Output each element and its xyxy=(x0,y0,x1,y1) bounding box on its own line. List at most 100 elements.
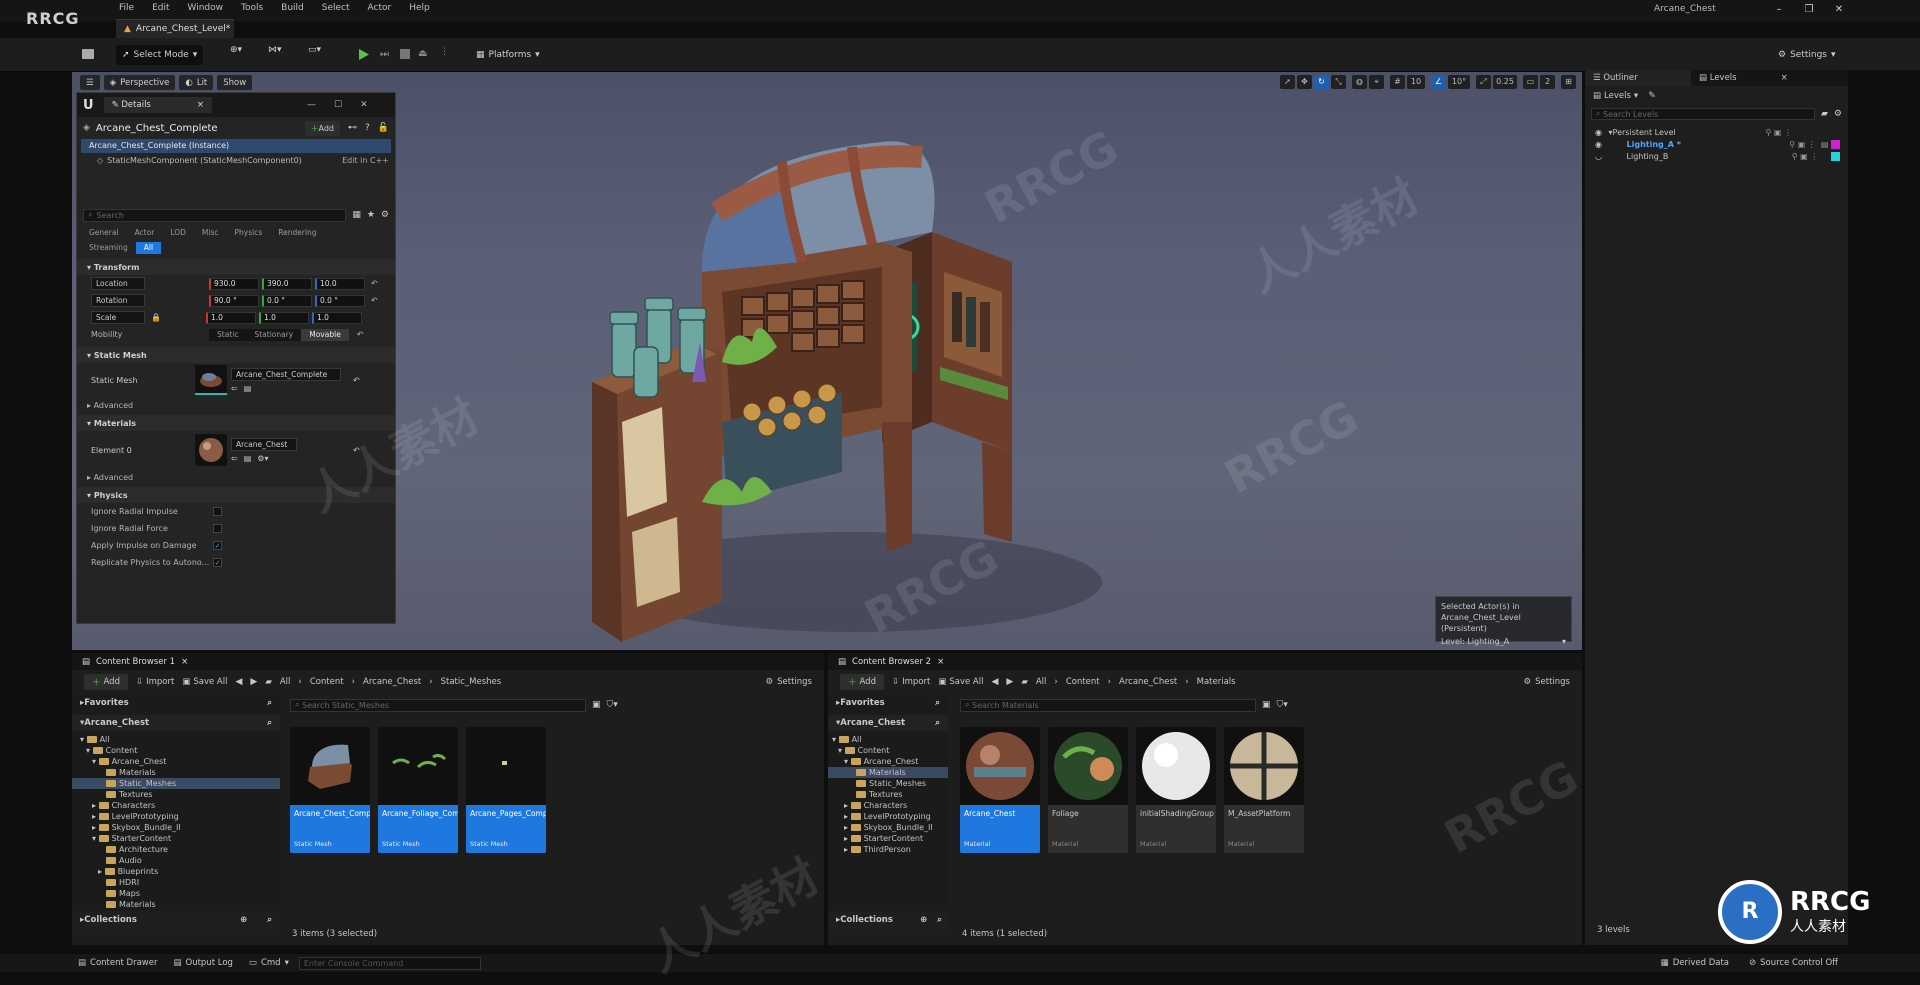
lit-button[interactable]: ◐ Lit xyxy=(179,75,214,90)
history-forward-icon[interactable]: ▶ xyxy=(1006,677,1013,687)
play-icon[interactable] xyxy=(358,48,370,61)
close-tab-icon[interactable]: × xyxy=(181,657,188,667)
menu-window[interactable]: Window xyxy=(179,0,233,16)
filter-tab-actor[interactable]: Actor xyxy=(127,227,163,239)
minimize-icon[interactable]: – xyxy=(1764,2,1794,18)
filter-icon[interactable]: ⛉▾ xyxy=(607,700,618,710)
transform-section[interactable]: ▾ Transform xyxy=(77,259,395,275)
material-dropdown[interactable]: Arcane_Chest xyxy=(231,437,297,451)
reset-icon[interactable]: ↶ xyxy=(353,446,360,455)
more-options-icon[interactable]: ⋮ xyxy=(440,47,449,57)
levels-dropdown[interactable]: ▤ Levels ▾ xyxy=(1593,91,1638,101)
filter-icon[interactable]: ⛉▾ xyxy=(1277,700,1288,710)
filter-tab-general[interactable]: General xyxy=(81,227,127,239)
location-x[interactable]: 930.0 xyxy=(209,277,259,290)
scale-z[interactable]: 1.0 xyxy=(311,311,362,324)
breadcrumb-item[interactable]: Static_Meshes xyxy=(441,677,502,687)
level-actions-icon[interactable]: ⚲ ▣ ⋮ ▤ xyxy=(1789,139,1840,150)
rotate-icon[interactable]: ↻ xyxy=(1314,75,1329,89)
save-icon[interactable] xyxy=(82,49,94,59)
save-all-button[interactable]: ▣ Save All xyxy=(182,677,227,687)
menu-actor[interactable]: Actor xyxy=(359,0,401,16)
show-button[interactable]: Show xyxy=(217,75,253,90)
tree-folder[interactable]: HDRI xyxy=(72,877,280,888)
location-dropdown[interactable]: Location xyxy=(91,277,145,290)
reset-icon[interactable]: ↶ xyxy=(371,296,378,305)
world-local-icon[interactable]: ◍ xyxy=(1352,75,1367,89)
source-control-button[interactable]: ⊘ Source Control Off xyxy=(1749,958,1838,968)
folder-add-icon[interactable]: ▰ xyxy=(1821,109,1828,119)
grid-snap-value[interactable]: 10 xyxy=(1407,75,1425,89)
tree-folder[interactable]: ▸ Characters xyxy=(828,800,948,811)
select-tool-icon[interactable]: ➚ xyxy=(1280,75,1295,89)
search-icon[interactable]: ⌕ xyxy=(267,915,272,925)
asset-tile[interactable]: Arcane_Foliage_CompleteStatic Mesh xyxy=(378,727,458,853)
mobility-stationary[interactable]: Stationary xyxy=(246,328,302,341)
add-component-button[interactable]: ＋ Add xyxy=(304,120,340,136)
breadcrumb-item[interactable]: Arcane_Chest xyxy=(363,677,421,687)
scale-snap-icon[interactable]: ⤢ xyxy=(1476,75,1491,89)
maximize-panel-icon[interactable]: ☐ xyxy=(334,100,342,110)
material-thumbnail[interactable] xyxy=(195,434,227,466)
collections-header[interactable]: ▸ Collections ⊕ ⌕ xyxy=(828,911,948,929)
level-actions-icon[interactable]: ⚲ ▣ ⋮ xyxy=(1792,151,1840,162)
material-tile[interactable]: Foliage Material xyxy=(1048,727,1128,853)
console-input[interactable]: Enter Console Command xyxy=(298,956,481,970)
rotation-snap-value[interactable]: 10° xyxy=(1448,75,1470,89)
static-mesh-dropdown[interactable]: Arcane_Chest_Complete xyxy=(231,367,341,381)
reset-icon[interactable]: ↶ xyxy=(357,330,364,339)
tree-folder[interactable]: ▾ StarterContent xyxy=(72,833,280,844)
levels-tab[interactable]: ▤ Levels × xyxy=(1691,70,1797,86)
save-search-icon[interactable]: ▣ xyxy=(1262,700,1271,710)
perspective-button[interactable]: ◈ Perspective xyxy=(103,75,176,90)
tree-folder[interactable]: ▸ ThirdPerson xyxy=(828,844,948,855)
add-button[interactable]: ＋ Add xyxy=(84,674,128,690)
scale-x[interactable]: 1.0 xyxy=(205,311,256,324)
content-browser-2-tab[interactable]: ▤ Content Browser 2 × xyxy=(828,653,1582,670)
filter-tab-physics[interactable]: Physics xyxy=(227,227,271,239)
rotation-y[interactable]: 0.0 ° xyxy=(262,294,312,307)
menu-build[interactable]: Build xyxy=(272,0,313,16)
tree-folder[interactable]: ▸ LevelPrototyping xyxy=(828,811,948,822)
search-icon[interactable]: ⌕ xyxy=(267,698,272,708)
levels-search-input[interactable]: ⌕ Search Levels xyxy=(1591,108,1815,120)
gear-icon[interactable]: ⚙ xyxy=(1834,109,1842,119)
tree-folder[interactable]: ▾ All xyxy=(72,734,280,745)
help-icon[interactable]: ? xyxy=(365,123,370,133)
eye-icon[interactable]: ◉ xyxy=(1595,139,1605,150)
minimize-panel-icon[interactable]: — xyxy=(307,100,316,110)
cb1-settings-button[interactable]: ⚙ Settings xyxy=(766,677,813,687)
mobility-static[interactable]: Static xyxy=(209,328,247,341)
history-forward-icon[interactable]: ▶ xyxy=(250,677,257,687)
menu-file[interactable]: File xyxy=(110,0,143,16)
details-search-input[interactable]: ⌕ Search xyxy=(83,208,347,222)
save-all-button[interactable]: ▣ Save All xyxy=(938,677,983,687)
cb2-settings-button[interactable]: ⚙ Settings xyxy=(1524,677,1571,687)
collections-header[interactable]: ▸ Collections ⊕ ⌕ xyxy=(72,911,280,929)
level-item[interactable]: ◡ Lighting_B ⚲ ▣ ⋮ xyxy=(1585,150,1848,162)
static-mesh-section[interactable]: ▾ Static Mesh xyxy=(77,347,395,363)
translate-icon[interactable]: ✥ xyxy=(1297,75,1312,89)
edit-cpp-link[interactable]: Edit in C++ xyxy=(342,156,389,165)
use-selected-icon[interactable]: ⇐ xyxy=(231,454,238,463)
maximize-viewport-icon[interactable]: ⊞ xyxy=(1561,75,1576,89)
breadcrumb-item[interactable]: Arcane_Chest xyxy=(1119,677,1177,687)
level-item[interactable]: ◉ ▾ Persistent Level ⚲ ▣ ⋮ xyxy=(1585,126,1848,138)
cmd-dropdown[interactable]: ▭ Cmd ▾ xyxy=(249,958,289,968)
search-icon[interactable]: ⌕ xyxy=(937,915,942,925)
viewport-menu-button[interactable]: ☰ xyxy=(80,75,100,90)
content-drawer-button[interactable]: ▤ Content Drawer xyxy=(78,958,157,968)
level-actions-icon[interactable]: ⚲ ▣ ⋮ xyxy=(1765,127,1792,138)
eject-icon[interactable]: ⏏ xyxy=(418,48,427,59)
tree-folder[interactable]: Materials xyxy=(72,767,280,778)
tree-folder[interactable]: ▾ Content xyxy=(72,745,280,756)
outliner-tab[interactable]: ☰ Outliner xyxy=(1585,70,1691,86)
breadcrumb-item[interactable]: All xyxy=(1036,677,1047,687)
root-header[interactable]: ▾ Arcane_Chest ⌕ xyxy=(828,715,948,731)
replicate-physics-checkbox[interactable]: ✓ xyxy=(213,558,222,567)
filter-tab-streaming[interactable]: Streaming xyxy=(81,242,136,254)
breadcrumb-item[interactable]: Materials xyxy=(1197,677,1236,687)
favorites-header[interactable]: ▸ Favorites ⌕ xyxy=(828,695,948,711)
use-selected-icon[interactable]: ⇐ xyxy=(231,384,238,393)
search-icon[interactable]: ⌕ xyxy=(935,698,940,708)
